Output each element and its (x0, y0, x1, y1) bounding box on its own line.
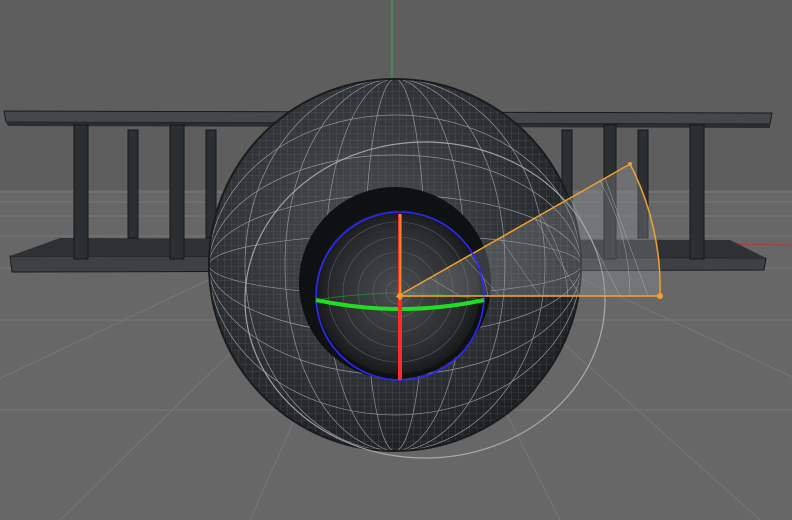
viewport-canvas[interactable] (0, 0, 792, 520)
angle-start-dot[interactable] (628, 162, 632, 166)
table-leg (73, 124, 89, 260)
pivot-point[interactable] (397, 293, 403, 299)
table-leg (689, 124, 705, 260)
3d-viewport[interactable] (0, 0, 792, 520)
table-leg (127, 129, 139, 239)
table-leg (169, 124, 185, 260)
